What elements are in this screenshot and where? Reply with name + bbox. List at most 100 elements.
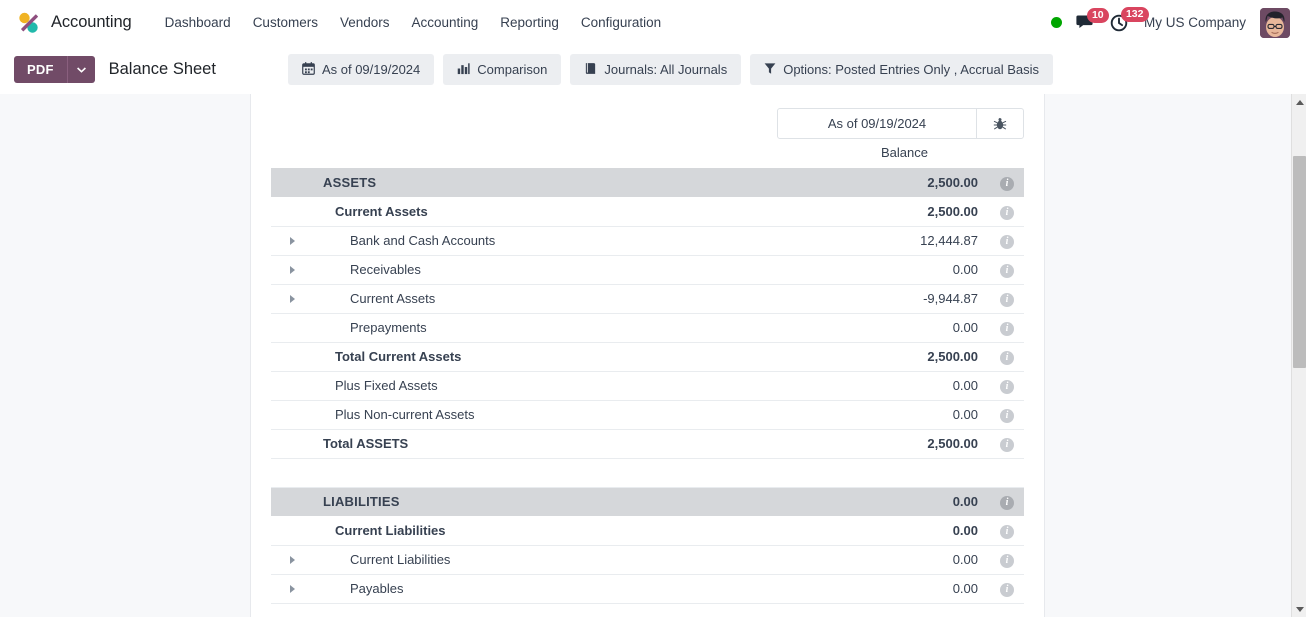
row-info-cell[interactable]: i — [990, 429, 1024, 459]
row-info-cell[interactable]: i — [990, 342, 1024, 372]
messages-button[interactable]: 10 — [1076, 7, 1109, 32]
scroll-up-button[interactable] — [1292, 94, 1306, 110]
date-filter-label: As of 09/19/2024 — [321, 62, 421, 77]
row-label: Prepayments — [313, 313, 850, 343]
table-spacer-row — [271, 458, 1024, 488]
caret-right-icon[interactable] — [289, 585, 295, 593]
scrollbar-thumb[interactable] — [1293, 156, 1306, 368]
info-icon[interactable]: i — [1000, 554, 1014, 568]
row-balance-value: 0.00 — [850, 313, 990, 343]
info-icon[interactable]: i — [1000, 235, 1014, 249]
activities-count-badge: 132 — [1120, 6, 1149, 22]
triangle-up-icon — [1295, 99, 1304, 105]
menu-item-vendors[interactable]: Vendors — [329, 9, 401, 36]
info-icon[interactable]: i — [1000, 205, 1014, 220]
row-toggle-cell[interactable] — [271, 545, 313, 575]
info-icon[interactable]: i — [1000, 524, 1014, 539]
options-filter-button[interactable]: Options: Posted Entries Only , Accrual B… — [750, 54, 1053, 85]
caret-right-icon[interactable] — [289, 556, 295, 564]
row-info-cell[interactable]: i — [990, 516, 1024, 546]
row-toggle-cell[interactable] — [271, 255, 313, 285]
menu-item-reporting[interactable]: Reporting — [489, 9, 570, 36]
menu-item-accounting[interactable]: Accounting — [401, 9, 490, 36]
caret-right-icon[interactable] — [289, 237, 295, 245]
row-toggle-cell — [271, 168, 313, 197]
bug-icon[interactable] — [976, 109, 1023, 138]
company-switcher[interactable]: My US Company — [1144, 15, 1246, 30]
info-icon[interactable]: i — [1000, 322, 1014, 336]
table-row[interactable]: ASSETS 2,500.00 i — [271, 168, 1024, 197]
date-filter-button[interactable]: As of 09/19/2024 — [287, 54, 435, 85]
vertical-scrollbar[interactable] — [1291, 94, 1306, 617]
menu-item-dashboard[interactable]: Dashboard — [154, 9, 242, 36]
journals-filter-button[interactable]: Journals: All Journals — [570, 54, 742, 85]
row-toggle-cell[interactable] — [271, 226, 313, 256]
info-icon[interactable]: i — [1000, 583, 1014, 597]
table-row[interactable]: Current Liabilities 0.00 i — [271, 516, 1024, 546]
row-info-cell[interactable]: i — [990, 255, 1024, 285]
table-row[interactable]: Payables 0.00 i — [271, 574, 1024, 604]
row-info-cell[interactable]: i — [990, 226, 1024, 256]
info-icon[interactable]: i — [1000, 380, 1014, 394]
scroll-down-button[interactable] — [1292, 601, 1306, 617]
main-menu: Dashboard Customers Vendors Accounting R… — [154, 9, 673, 36]
row-info-cell[interactable]: i — [990, 197, 1024, 227]
table-row[interactable]: LIABILITIES 0.00 i — [271, 487, 1024, 516]
table-row[interactable]: Total Current Assets 2,500.00 i — [271, 342, 1024, 372]
menu-item-configuration[interactable]: Configuration — [570, 9, 672, 36]
info-icon[interactable]: i — [1000, 177, 1014, 191]
row-toggle-cell[interactable] — [271, 284, 313, 314]
odoo-logo-icon — [16, 10, 42, 36]
table-row[interactable]: Current Assets -9,944.87 i — [271, 284, 1024, 314]
row-info-cell[interactable]: i — [990, 400, 1024, 430]
table-row[interactable]: Total ASSETS 2,500.00 i — [271, 429, 1024, 459]
row-info-cell[interactable]: i — [990, 545, 1024, 575]
row-balance-value: 0.00 — [850, 371, 990, 401]
pdf-button[interactable]: PDF — [14, 56, 67, 83]
info-icon[interactable]: i — [1000, 351, 1014, 365]
info-icon[interactable]: i — [1000, 293, 1014, 307]
triangle-down-icon — [1295, 606, 1304, 612]
row-info-cell[interactable]: i — [990, 284, 1024, 314]
bar-chart-icon — [457, 62, 470, 77]
table-row[interactable]: Receivables 0.00 i — [271, 255, 1024, 285]
caret-right-icon[interactable] — [289, 266, 295, 274]
comparison-filter-button[interactable]: Comparison — [443, 54, 562, 85]
activities-button[interactable]: 132 — [1110, 6, 1149, 33]
row-label: Bank and Cash Accounts — [313, 226, 850, 256]
menu-item-customers[interactable]: Customers — [242, 9, 329, 36]
brand-home-link[interactable]: Accounting — [12, 10, 132, 36]
balance-sheet-body: ASSETS 2,500.00 i Current Assets 2,500.00 i Ba… — [271, 168, 1024, 604]
row-toggle-cell[interactable] — [271, 574, 313, 604]
caret-right-icon[interactable] — [289, 295, 295, 303]
table-row[interactable]: Current Assets 2,500.00 i — [271, 197, 1024, 227]
info-icon[interactable]: i — [1000, 264, 1014, 278]
table-row[interactable]: Plus Fixed Assets 0.00 i — [271, 371, 1024, 401]
user-avatar[interactable] — [1260, 7, 1290, 38]
row-info-cell[interactable]: i — [990, 168, 1024, 197]
row-label: Receivables — [313, 255, 850, 285]
row-info-cell[interactable]: i — [990, 574, 1024, 604]
row-info-cell[interactable]: i — [990, 371, 1024, 401]
table-row[interactable]: Plus Non-current Assets 0.00 i — [271, 400, 1024, 430]
row-label: Current Liabilities — [313, 545, 850, 575]
row-label: ASSETS — [313, 168, 850, 197]
row-label: Total Current Assets — [313, 342, 850, 372]
table-row[interactable]: Current Liabilities 0.00 i — [271, 545, 1024, 575]
report-date-header: As of 09/19/2024 — [271, 108, 1024, 139]
row-toggle-cell — [271, 516, 313, 546]
row-toggle-cell — [271, 342, 313, 372]
pdf-dropdown-toggle[interactable] — [66, 56, 95, 83]
info-icon[interactable]: i — [1000, 409, 1014, 423]
balance-sheet-table: ASSETS 2,500.00 i Current Assets 2,500.00 i Ba… — [271, 168, 1024, 604]
row-info-cell[interactable]: i — [990, 313, 1024, 343]
date-column-label[interactable]: As of 09/19/2024 — [778, 109, 976, 138]
info-icon[interactable]: i — [1000, 496, 1014, 511]
row-balance-value: 0.00 — [850, 574, 990, 604]
table-row[interactable]: Bank and Cash Accounts 12,444.87 i — [271, 226, 1024, 256]
row-balance-value: 0.00 — [850, 545, 990, 575]
table-row[interactable]: Prepayments 0.00 i — [271, 313, 1024, 343]
row-toggle-cell — [271, 429, 313, 459]
row-info-cell[interactable]: i — [990, 487, 1024, 516]
info-icon[interactable]: i — [1000, 438, 1014, 452]
